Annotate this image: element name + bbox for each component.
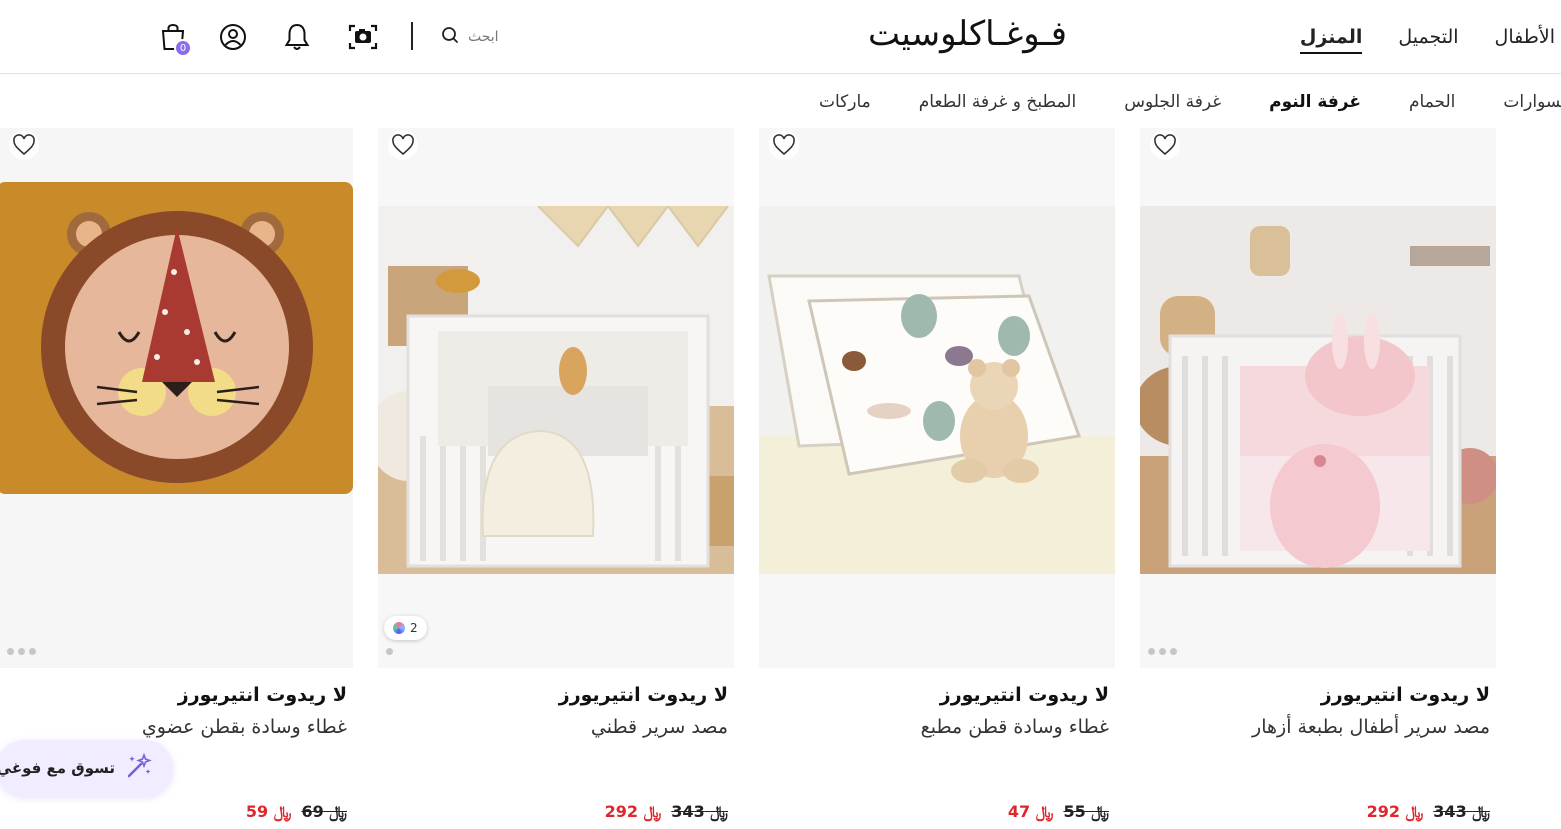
original-price: 55 ﷼ [1063, 802, 1109, 821]
subnav-item-living-room[interactable]: غرفة الجلوس [1124, 92, 1221, 112]
product-brand[interactable]: لا ريدوت انتيريورز [559, 684, 728, 706]
subnav-item-brands[interactable]: ماركات [819, 92, 871, 112]
product-price: 55 ﷼ 47 ﷼ [1008, 802, 1109, 822]
image-carousel-dots[interactable] [386, 648, 393, 655]
product-image-printed-pillowcase [759, 206, 1115, 574]
original-price: 343 ﷼ [671, 802, 728, 821]
sale-price: 292 ﷼ [1366, 802, 1424, 821]
category-tabs: الأطفال التجميل المنزل [1299, 26, 1555, 54]
site-logo[interactable]: فـوغـاكلوسيت [868, 14, 1067, 54]
tab-home[interactable]: المنزل [1299, 26, 1363, 54]
product-name[interactable]: غطاء وسادة بقطن عضوي [142, 716, 347, 738]
subnav-item-kitchen-dining[interactable]: المطبخ و غرفة الطعام [919, 92, 1076, 112]
product-name[interactable]: غطاء وسادة قطن مطبع [921, 716, 1109, 738]
product-image-area[interactable]: 2 [378, 128, 734, 668]
product-card[interactable]: لا ريدوت انتيريورز مصد سرير أطفال بطبعة … [1140, 128, 1496, 829]
product-image-area[interactable] [0, 128, 353, 668]
product-image-lion-cushion [0, 182, 353, 494]
sale-price: 47 ﷼ [1007, 802, 1054, 821]
product-image-cotton-crib-bumper [378, 206, 734, 574]
sale-price: 292 ﷼ [604, 802, 662, 821]
color-swatch-icon [393, 622, 405, 634]
product-card[interactable]: لا ريدوت انتيريورز غطاء وسادة قطن مطبع 5… [759, 128, 1115, 829]
subnav-item-bathroom[interactable]: الحمام [1409, 92, 1455, 112]
product-price: 343 ﷼ 292 ﷼ [605, 802, 728, 822]
image-carousel-dots[interactable] [7, 648, 36, 655]
product-card[interactable]: 2 لا ريدوت انتيريورز مصد سرير قطني 343 ﷼… [378, 128, 734, 829]
product-price: 343 ﷼ 292 ﷼ [1367, 802, 1490, 822]
account-icon[interactable] [216, 20, 250, 54]
sale-price: 59 ﷼ [245, 802, 292, 821]
product-price: 69 ﷼ 59 ﷼ [246, 802, 347, 822]
image-carousel-dots[interactable] [1148, 648, 1177, 655]
product-name[interactable]: مصد سرير أطفال بطبعة أزهار [1252, 716, 1490, 738]
search-box[interactable]: ابحث [440, 22, 530, 52]
color-options-badge[interactable]: 2 [384, 616, 427, 640]
product-name[interactable]: مصد سرير قطني [591, 716, 728, 738]
original-price: 69 ﷼ [301, 802, 347, 821]
header-divider [411, 22, 413, 50]
subcategory-nav: اكسسوارات الحمام غرفة النوم غرفة الجلوس … [0, 78, 1561, 128]
product-brand[interactable]: لا ريدوت انتيريورز [1321, 684, 1490, 706]
cart-count-badge: 0 [174, 39, 192, 57]
product-brand[interactable]: لا ريدوت انتيريورز [178, 684, 347, 706]
product-brand[interactable]: لا ريدوت انتيريورز [940, 684, 1109, 706]
product-image-area[interactable] [1140, 128, 1496, 668]
wishlist-heart-icon[interactable] [388, 130, 418, 160]
top-header: الأطفال التجميل المنزل فـوغـاكلوسيت ابحث… [0, 0, 1561, 74]
camera-search-icon[interactable] [346, 20, 380, 54]
tab-kids[interactable]: الأطفال [1495, 26, 1555, 54]
wishlist-heart-icon[interactable] [769, 130, 799, 160]
product-image-area[interactable] [759, 128, 1115, 668]
subnav-item-accessories[interactable]: اكسسوارات [1503, 92, 1561, 112]
color-count: 2 [410, 621, 418, 635]
product-image-crib-bumper-floral [1140, 206, 1496, 574]
bell-icon[interactable] [280, 20, 314, 54]
magic-wand-icon [125, 752, 153, 784]
ai-assistant-label: تسوق مع فوغي [0, 759, 115, 777]
wishlist-heart-icon[interactable] [9, 130, 39, 160]
tab-beauty[interactable]: التجميل [1398, 26, 1458, 54]
wishlist-heart-icon[interactable] [1150, 130, 1180, 160]
product-card[interactable]: لا ريدوت انتيريورز غطاء وسادة بقطن عضوي … [0, 128, 353, 829]
search-icon [440, 25, 460, 49]
search-input[interactable]: ابحث [468, 29, 499, 45]
subnav-item-bedroom[interactable]: غرفة النوم [1269, 92, 1361, 112]
original-price: 343 ﷼ [1433, 802, 1490, 821]
ai-shopping-assistant-button[interactable]: تسوق مع فوغي [0, 740, 173, 796]
